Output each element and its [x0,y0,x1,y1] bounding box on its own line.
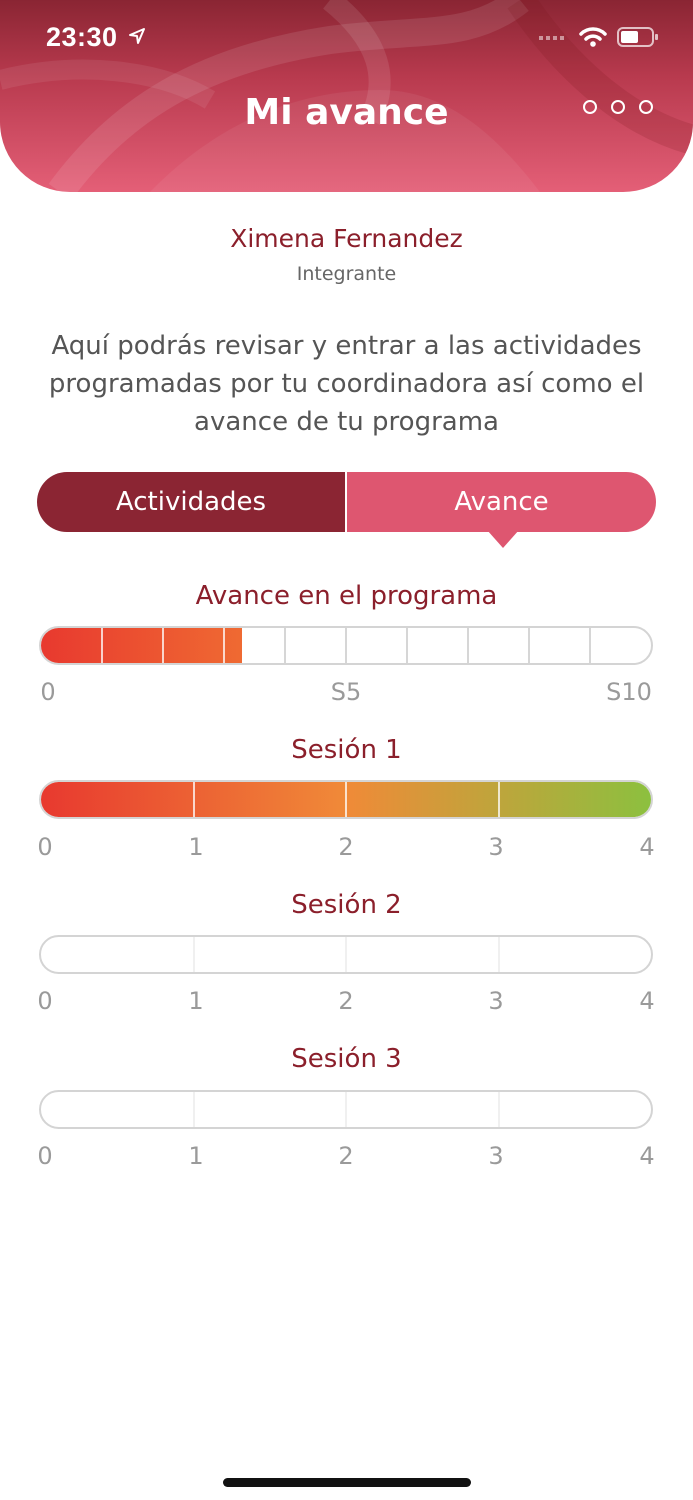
session-2-tick-3: 3 [488,987,504,1015]
dot-icon [639,100,653,114]
tab-avance-label: Avance [454,487,549,517]
status-icons [539,26,659,48]
profile-role: Integrante [296,263,397,285]
more-options-icon[interactable] [583,100,653,114]
program-tick-start: 0 [40,678,56,706]
battery-icon [617,27,658,47]
program-segment-divider [467,628,469,663]
location-arrow-icon [129,28,145,44]
program-segment-divider [589,628,591,663]
program-segment-divider [406,628,408,663]
profile-name: Ximena Fernandez [230,224,463,253]
session-1-progress-bar [39,780,653,819]
session-step-divider [345,937,347,972]
session-1-tick-4: 4 [639,833,655,861]
session-1-tick-2: 2 [338,833,354,861]
description-text: Aquí podrás revisar y entrar a las activ… [48,331,645,437]
session-1-title: Sesión 1 [291,735,402,765]
session-step-divider [497,782,500,817]
session-step-divider [192,1092,195,1127]
session-1-tick-0: 0 [37,833,53,861]
session-2-progress-bar [39,935,653,974]
program-progress-fill [41,628,243,663]
session-step-divider [497,937,500,972]
program-tick-middle: S5 [330,678,362,706]
program-tick-end: S10 [606,678,652,706]
session-2-tick-2: 2 [338,987,354,1015]
session-step-divider [345,782,347,817]
program-segment-divider [162,628,164,663]
wifi-icon [579,27,607,47]
program-segment-divider [528,628,530,663]
program-segment-divider [223,628,225,663]
app-header: 23:30 Mi avance [0,0,693,192]
session-3-tick-0: 0 [37,1142,53,1170]
session-3-tick-1: 1 [188,1142,204,1170]
tab-actividades[interactable]: Actividades [37,472,347,532]
session-2-title: Sesión 2 [291,890,402,920]
home-indicator[interactable] [223,1478,471,1487]
program-segment-divider [284,628,286,663]
tab-avance[interactable]: Avance [347,472,656,548]
dot-icon [611,100,625,114]
program-segment-divider [345,628,347,663]
program-progress-bar [39,626,653,665]
dot-icon [583,100,597,114]
session-3-progress-bar [39,1090,653,1129]
session-3-tick-4: 4 [639,1142,655,1170]
session-3-tick-3: 3 [488,1142,504,1170]
session-1-tick-1: 1 [188,833,204,861]
status-time: 23:30 [46,22,118,52]
session-2-tick-1: 1 [188,987,204,1015]
session-3-title: Sesión 3 [291,1044,402,1074]
session-step-divider [192,937,195,972]
session-1-tick-3: 3 [488,833,504,861]
selected-pointer-icon [487,530,519,548]
session-step-divider [497,1092,500,1127]
program-progress-title: Avance en el programa [195,581,498,611]
cellular-signal-icon [539,36,564,40]
session-step-divider [192,782,195,817]
program-segment-divider [101,628,103,663]
session-step-divider [345,1092,347,1127]
session-3-tick-2: 2 [338,1142,354,1170]
session-2-tick-0: 0 [37,987,53,1015]
session-2-tick-4: 4 [639,987,655,1015]
tab-switcher: Actividades Avance [37,472,656,548]
